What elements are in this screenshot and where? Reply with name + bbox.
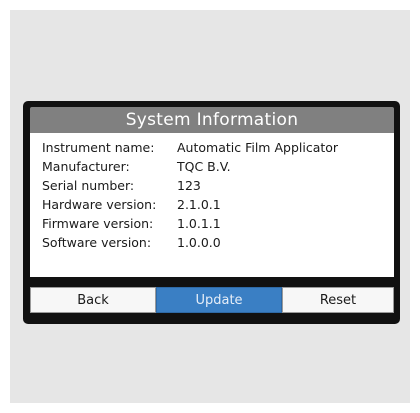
manufacturer-label: Manufacturer: — [42, 159, 130, 174]
system-information-dialog: System Information Instrument name: Auto… — [23, 101, 400, 324]
software-version-label: Software version: — [42, 235, 152, 250]
instrument-name-value: Automatic Film Applicator — [177, 140, 339, 155]
hardware-version-value: 2.1.0.1 — [177, 197, 221, 212]
dialog-title: System Information — [30, 107, 394, 133]
firmware-version-value: 1.0.1.1 — [177, 216, 221, 231]
info-panel: Instrument name: Automatic Film Applicat… — [30, 133, 394, 277]
instrument-name-label: Instrument name: — [42, 140, 155, 155]
back-button[interactable]: Back — [30, 287, 156, 313]
software-version-value: 1.0.0.0 — [177, 235, 221, 250]
button-bar: Back Update Reset — [30, 287, 394, 313]
firmware-version-label: Firmware version: — [42, 216, 154, 231]
serial-number-value: 123 — [177, 178, 201, 193]
update-button[interactable]: Update — [156, 287, 282, 313]
hardware-version-label: Hardware version: — [42, 197, 157, 212]
manufacturer-value: TQC B.V. — [177, 159, 231, 174]
reset-button[interactable]: Reset — [282, 287, 394, 313]
serial-number-label: Serial number: — [42, 178, 135, 193]
